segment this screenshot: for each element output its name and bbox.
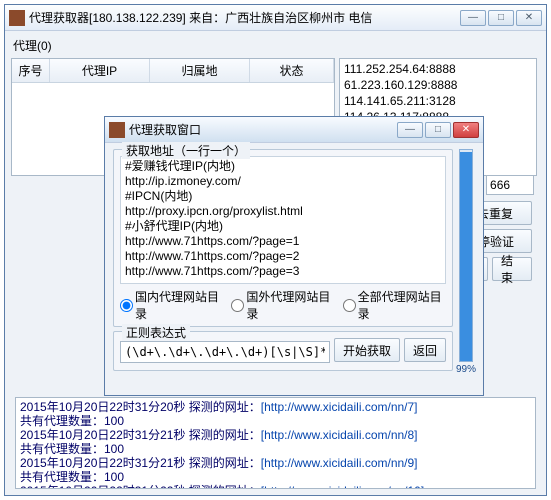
log-line: 共有代理数量：100 <box>20 442 531 456</box>
proxy-count-label: 代理(0) <box>13 37 540 54</box>
log-line: 2015年10月20日22时31分21秒 探测的网址：[http://www.x… <box>20 456 531 470</box>
dialog-close-button[interactable]: ✕ <box>453 122 479 138</box>
dialog-icon <box>109 122 125 138</box>
dialog-minimize-button[interactable]: — <box>397 122 423 138</box>
source-group-label: 获取地址（一行一个） <box>122 142 250 159</box>
col-location[interactable]: 归属地 <box>150 59 250 82</box>
start-fetch-button[interactable]: 开始获取 <box>334 338 400 362</box>
progress-fill <box>460 152 472 361</box>
log-line: 2015年10月20日22时31分21秒 探测的网址：[http://www.x… <box>20 428 531 442</box>
log-line: 2015年10月20日22时31分22秒 探测的网址：[http://www.x… <box>20 484 531 489</box>
ip-item: 111.252.254.64:8888 <box>344 61 532 77</box>
ip-item: 114.141.65.211:3128 <box>344 93 532 109</box>
end-button[interactable]: 结束 <box>492 257 532 281</box>
dialog-maximize-button[interactable]: □ <box>425 122 451 138</box>
source-textarea[interactable]: #爱赚钱代理IP(内地)http://ip.izmoney.com/ #IPCN… <box>120 156 446 284</box>
progress-text: 99% <box>456 364 476 375</box>
app-icon <box>9 10 25 26</box>
log-line: 2015年10月20日22时31分20秒 探测的网址：[http://www.x… <box>20 400 531 414</box>
main-titlebar[interactable]: 代理获取器[180.138.122.239] 来自：广西壮族自治区柳州市 电信 … <box>5 5 546 31</box>
source-group: 获取地址（一行一个） #爱赚钱代理IP(内地)http://ip.izmoney… <box>113 149 453 327</box>
maximize-button[interactable]: □ <box>488 10 514 26</box>
main-title: 代理获取器[180.138.122.239] 来自：广西壮族自治区柳州市 电信 <box>29 9 460 26</box>
thread-input[interactable] <box>486 175 534 195</box>
log-line: 共有代理数量：100 <box>20 414 531 428</box>
radio-all[interactable]: 全部代理网站目录 <box>343 288 446 322</box>
minimize-button[interactable]: — <box>460 10 486 26</box>
regex-input[interactable] <box>120 341 330 363</box>
progress-column: 99% <box>457 149 475 375</box>
col-index[interactable]: 序号 <box>12 59 50 82</box>
close-button[interactable]: ✕ <box>516 10 542 26</box>
regex-group: 正则表达式 开始获取 返回 <box>113 331 453 371</box>
dialog-titlebar[interactable]: 代理获取窗口 — □ ✕ <box>105 117 483 143</box>
progress-bar <box>459 149 473 362</box>
fetch-dialog: 代理获取窗口 — □ ✕ 获取地址（一行一个） #爱赚钱代理IP(内地)http… <box>104 116 484 396</box>
log-line: 共有代理数量：100 <box>20 470 531 484</box>
col-status[interactable]: 状态 <box>250 59 334 82</box>
back-button[interactable]: 返回 <box>404 338 446 362</box>
col-ip[interactable]: 代理IP <box>50 59 150 82</box>
ip-item: 61.223.160.129:8888 <box>344 77 532 93</box>
dialog-title: 代理获取窗口 <box>129 121 397 138</box>
regex-group-label: 正则表达式 <box>122 324 190 341</box>
log-area[interactable]: 2015年10月20日22时31分20秒 探测的网址：[http://www.x… <box>15 397 536 489</box>
radio-domestic[interactable]: 国内代理网站目录 <box>120 288 223 322</box>
radio-foreign[interactable]: 国外代理网站目录 <box>231 288 334 322</box>
